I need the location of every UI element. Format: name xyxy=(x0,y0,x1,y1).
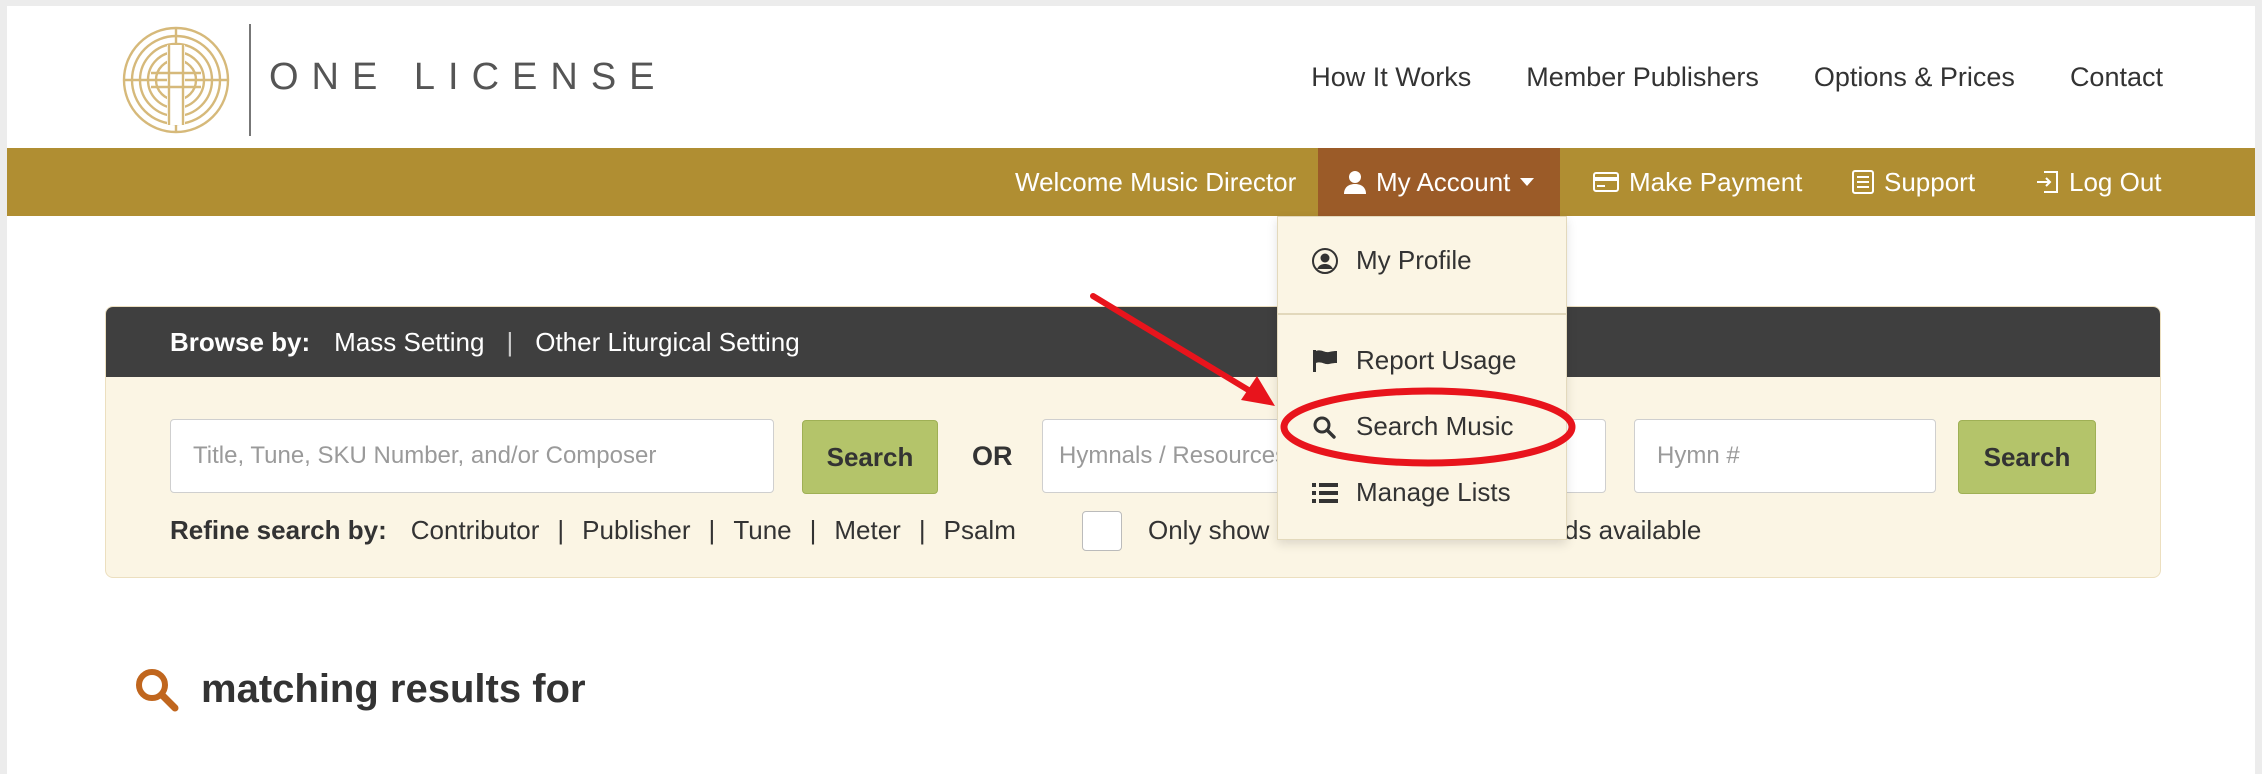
menu-item-my-profile[interactable]: My Profile xyxy=(1312,245,1472,276)
refine-label: Refine search by: xyxy=(170,515,387,545)
refine-separator: | xyxy=(557,515,565,545)
browse-other-liturgical-link[interactable]: Other Liturgical Setting xyxy=(535,327,799,358)
site-header: ONE LICENSE How It Works Member Publishe… xyxy=(7,6,2255,148)
search-panel: Browse by: Mass Setting | Other Liturgic… xyxy=(105,306,2161,578)
checkbox-label-start: Only show xyxy=(1148,515,1270,545)
list-icon xyxy=(1312,482,1344,504)
refine-separator: | xyxy=(918,515,926,545)
nav-how-it-works[interactable]: How It Works xyxy=(1311,62,1471,93)
search-music-label: Search Music xyxy=(1356,411,1514,441)
browse-mass-setting-link[interactable]: Mass Setting xyxy=(334,327,484,358)
user-icon xyxy=(1344,170,1366,194)
my-account-button[interactable]: My Account xyxy=(1318,148,1561,216)
only-show-available-checkbox[interactable] xyxy=(1082,511,1122,551)
refine-meter-link[interactable]: Meter xyxy=(834,515,900,546)
search-icon xyxy=(1312,415,1344,439)
document-icon xyxy=(1852,170,1874,194)
account-bar: Welcome Music Director My Account Make P… xyxy=(7,148,2255,216)
browse-bar: Browse by: Mass Setting | Other Liturgic… xyxy=(106,307,2160,377)
search-button[interactable]: Search xyxy=(802,420,938,494)
refine-separator: | xyxy=(708,515,716,545)
menu-item-search-music[interactable]: Search Music xyxy=(1312,411,1514,442)
nav-member-publishers[interactable]: Member Publishers xyxy=(1526,62,1759,93)
sign-out-icon xyxy=(2035,170,2059,194)
flag-icon xyxy=(1312,349,1344,373)
hymn-search-button[interactable]: Search xyxy=(1958,420,2096,494)
make-payment-link[interactable]: Make Payment xyxy=(1593,148,1802,216)
nav-contact[interactable]: Contact xyxy=(2070,62,2163,93)
my-profile-label: My Profile xyxy=(1356,245,1472,275)
menu-divider xyxy=(1278,313,1566,315)
welcome-text: Welcome Music Director xyxy=(1015,166,1297,197)
menu-item-manage-lists[interactable]: Manage Lists xyxy=(1312,477,1511,508)
refine-tune-link[interactable]: Tune xyxy=(733,515,791,546)
support-link[interactable]: Support xyxy=(1852,148,1975,216)
make-payment-label: Make Payment xyxy=(1629,166,1803,197)
title-search-input[interactable]: Title, Tune, SKU Number, and/or Composer xyxy=(170,419,774,493)
hymn-number-input[interactable]: Hymn # xyxy=(1634,419,1936,493)
refine-psalm-link[interactable]: Psalm xyxy=(944,515,1016,546)
my-account-label: My Account xyxy=(1376,166,1511,197)
top-navigation: How It Works Member Publishers Options &… xyxy=(1311,62,2163,93)
report-usage-label: Report Usage xyxy=(1356,345,1517,375)
page: ONE LICENSE How It Works Member Publishe… xyxy=(7,6,2255,774)
brand-name[interactable]: ONE LICENSE xyxy=(269,56,668,99)
refine-search: Refine search by: Contributor | Publishe… xyxy=(170,515,1016,546)
browse-label: Browse by: xyxy=(170,326,311,357)
search-icon xyxy=(133,666,179,712)
browse-separator: | xyxy=(506,326,514,357)
or-label: OR xyxy=(972,441,1013,471)
my-account-dropdown: My Profile Report Usage Search Music Man… xyxy=(1277,216,1567,540)
refine-contributor-link[interactable]: Contributor xyxy=(411,515,540,546)
checkbox-label-end: ds available xyxy=(1564,515,1702,545)
credit-card-icon xyxy=(1593,172,1619,192)
log-out-label: Log Out xyxy=(2069,166,2162,197)
log-out-link[interactable]: Log Out xyxy=(2035,148,2162,216)
user-circle-icon xyxy=(1312,247,1344,274)
results-title: matching results for xyxy=(201,666,586,711)
manage-lists-label: Manage Lists xyxy=(1356,477,1511,507)
caret-down-icon xyxy=(1520,178,1535,186)
support-label: Support xyxy=(1884,166,1976,197)
results-heading: matching results for xyxy=(133,666,586,712)
refine-publisher-link[interactable]: Publisher xyxy=(582,515,690,546)
nav-options-prices[interactable]: Options & Prices xyxy=(1814,62,2015,93)
menu-item-report-usage[interactable]: Report Usage xyxy=(1312,345,1516,376)
logo-emblem-icon xyxy=(122,26,230,134)
brand-logo[interactable] xyxy=(121,20,231,140)
refine-separator: | xyxy=(809,515,817,545)
logo-divider xyxy=(249,24,251,136)
